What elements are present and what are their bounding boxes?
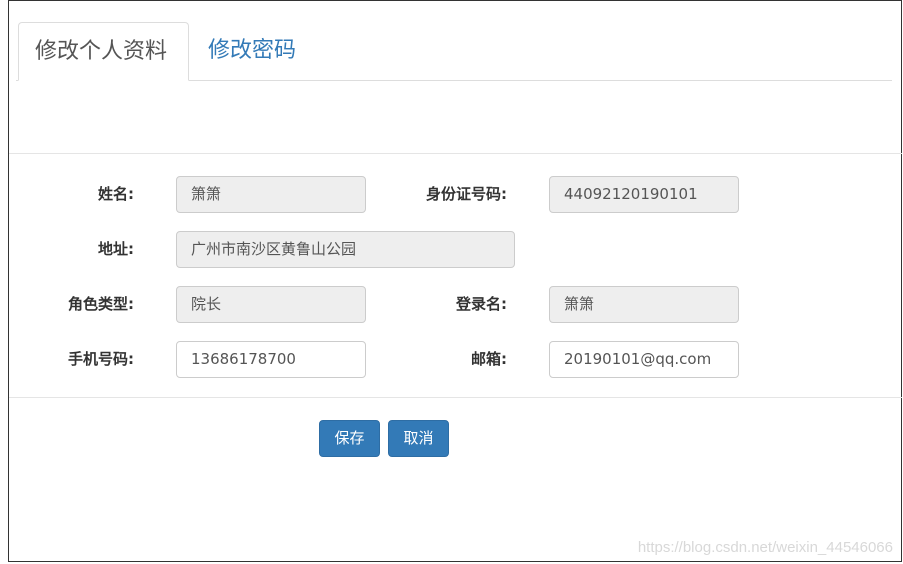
- login-name-field[interactable]: 箫箫: [549, 286, 739, 323]
- id-card-field[interactable]: 44092120190101: [549, 176, 739, 213]
- dialog-frame: [8, 0, 902, 562]
- divider-top: [9, 153, 902, 154]
- name-label: 姓名:: [98, 185, 134, 203]
- watermark: https://blog.csdn.net/weixin_44546066: [637, 539, 893, 556]
- tab-bar: 修改个人资料 修改密码: [16, 22, 892, 81]
- cancel-button[interactable]: 取消: [388, 420, 449, 457]
- address-label: 地址:: [98, 240, 134, 258]
- tab-change-password[interactable]: 修改密码: [192, 22, 312, 80]
- email-label: 邮箱:: [471, 350, 507, 368]
- phone-field[interactable]: 13686178700: [176, 341, 366, 378]
- save-button[interactable]: 保存: [319, 420, 380, 457]
- name-field[interactable]: 箫箫: [176, 176, 366, 213]
- address-field[interactable]: 广州市南沙区黄鲁山公园: [176, 231, 515, 268]
- divider-bottom: [9, 397, 902, 398]
- tab-edit-profile[interactable]: 修改个人资料: [18, 22, 189, 81]
- login-name-label: 登录名:: [456, 295, 507, 313]
- role-field[interactable]: 院长: [176, 286, 366, 323]
- email-field[interactable]: 20190101@qq.com: [549, 341, 739, 378]
- id-card-label: 身份证号码:: [426, 185, 507, 203]
- role-label: 角色类型:: [68, 295, 134, 313]
- phone-label: 手机号码:: [68, 350, 134, 368]
